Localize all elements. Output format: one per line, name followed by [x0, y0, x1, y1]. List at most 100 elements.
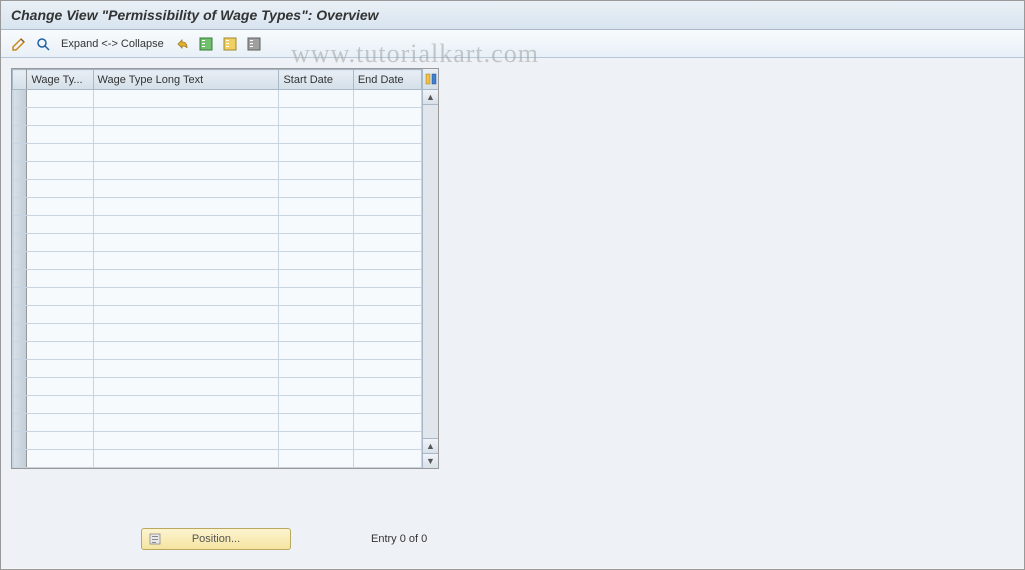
cell[interactable]	[93, 144, 279, 162]
cell[interactable]	[93, 108, 279, 126]
cell[interactable]	[279, 144, 353, 162]
row-selector[interactable]	[13, 90, 27, 108]
cell[interactable]	[353, 126, 421, 144]
scroll-track[interactable]	[423, 105, 438, 438]
cell[interactable]	[27, 126, 93, 144]
position-button[interactable]: Position...	[141, 528, 291, 550]
cell[interactable]	[93, 90, 279, 108]
select-all-icon[interactable]	[196, 34, 216, 54]
cell[interactable]	[279, 216, 353, 234]
cell[interactable]	[27, 252, 93, 270]
row-selector[interactable]	[13, 342, 27, 360]
row-selector[interactable]	[13, 216, 27, 234]
cell[interactable]	[27, 396, 93, 414]
cell[interactable]	[353, 342, 421, 360]
cell[interactable]	[279, 180, 353, 198]
cell[interactable]	[27, 450, 93, 468]
cell[interactable]	[353, 360, 421, 378]
cell[interactable]	[27, 108, 93, 126]
cell[interactable]	[353, 198, 421, 216]
cell[interactable]	[27, 180, 93, 198]
cell[interactable]	[93, 252, 279, 270]
cell[interactable]	[279, 450, 353, 468]
col-header-startdate[interactable]: Start Date	[279, 70, 353, 90]
row-selector[interactable]	[13, 288, 27, 306]
cell[interactable]	[27, 378, 93, 396]
cell[interactable]	[353, 234, 421, 252]
cell[interactable]	[93, 216, 279, 234]
cell[interactable]	[279, 108, 353, 126]
select-all-header[interactable]	[13, 70, 27, 90]
cell[interactable]	[353, 288, 421, 306]
cell[interactable]	[353, 108, 421, 126]
cell[interactable]	[27, 216, 93, 234]
row-selector[interactable]	[13, 108, 27, 126]
cell[interactable]	[27, 288, 93, 306]
row-selector[interactable]	[13, 378, 27, 396]
cell[interactable]	[279, 432, 353, 450]
cell[interactable]	[353, 216, 421, 234]
cell[interactable]	[279, 288, 353, 306]
cell[interactable]	[27, 270, 93, 288]
scroll-up-icon[interactable]: ▲	[423, 90, 438, 105]
cell[interactable]	[27, 324, 93, 342]
row-selector[interactable]	[13, 198, 27, 216]
cell[interactable]	[93, 342, 279, 360]
row-selector[interactable]	[13, 270, 27, 288]
cell[interactable]	[27, 90, 93, 108]
expand-collapse-button[interactable]: Expand <-> Collapse	[57, 38, 168, 50]
cell[interactable]	[93, 126, 279, 144]
cell[interactable]	[353, 450, 421, 468]
cell[interactable]	[279, 162, 353, 180]
cell[interactable]	[27, 144, 93, 162]
cell[interactable]	[279, 90, 353, 108]
cell[interactable]	[27, 162, 93, 180]
row-selector[interactable]	[13, 450, 27, 468]
cell[interactable]	[93, 306, 279, 324]
cell[interactable]	[27, 414, 93, 432]
cell[interactable]	[279, 324, 353, 342]
scroll-up2-icon[interactable]: ▲	[423, 438, 438, 453]
configure-columns-icon[interactable]	[423, 69, 438, 90]
undo-icon[interactable]	[172, 34, 192, 54]
cell[interactable]	[93, 162, 279, 180]
cell[interactable]	[353, 252, 421, 270]
cell[interactable]	[279, 198, 353, 216]
cell[interactable]	[93, 180, 279, 198]
row-selector[interactable]	[13, 432, 27, 450]
col-header-enddate[interactable]: End Date	[353, 70, 421, 90]
row-selector[interactable]	[13, 306, 27, 324]
cell[interactable]	[353, 180, 421, 198]
row-selector[interactable]	[13, 144, 27, 162]
change-icon[interactable]	[9, 34, 29, 54]
cell[interactable]	[93, 432, 279, 450]
row-selector[interactable]	[13, 252, 27, 270]
cell[interactable]	[93, 450, 279, 468]
cell[interactable]	[353, 144, 421, 162]
col-header-wagetype[interactable]: Wage Ty...	[27, 70, 93, 90]
cell[interactable]	[353, 432, 421, 450]
cell[interactable]	[353, 90, 421, 108]
cell[interactable]	[353, 414, 421, 432]
row-selector[interactable]	[13, 414, 27, 432]
row-selector[interactable]	[13, 180, 27, 198]
cell[interactable]	[27, 198, 93, 216]
row-selector[interactable]	[13, 162, 27, 180]
scroll-down-icon[interactable]: ▼	[423, 453, 438, 468]
cell[interactable]	[279, 378, 353, 396]
col-header-longtext[interactable]: Wage Type Long Text	[93, 70, 279, 90]
deselect-all-icon[interactable]	[244, 34, 264, 54]
cell[interactable]	[353, 162, 421, 180]
cell[interactable]	[279, 252, 353, 270]
cell[interactable]	[93, 198, 279, 216]
cell[interactable]	[279, 414, 353, 432]
cell[interactable]	[279, 342, 353, 360]
cell[interactable]	[93, 360, 279, 378]
cell[interactable]	[27, 432, 93, 450]
cell[interactable]	[279, 126, 353, 144]
cell[interactable]	[353, 396, 421, 414]
cell[interactable]	[353, 324, 421, 342]
cell[interactable]	[353, 378, 421, 396]
cell[interactable]	[93, 324, 279, 342]
cell[interactable]	[279, 270, 353, 288]
